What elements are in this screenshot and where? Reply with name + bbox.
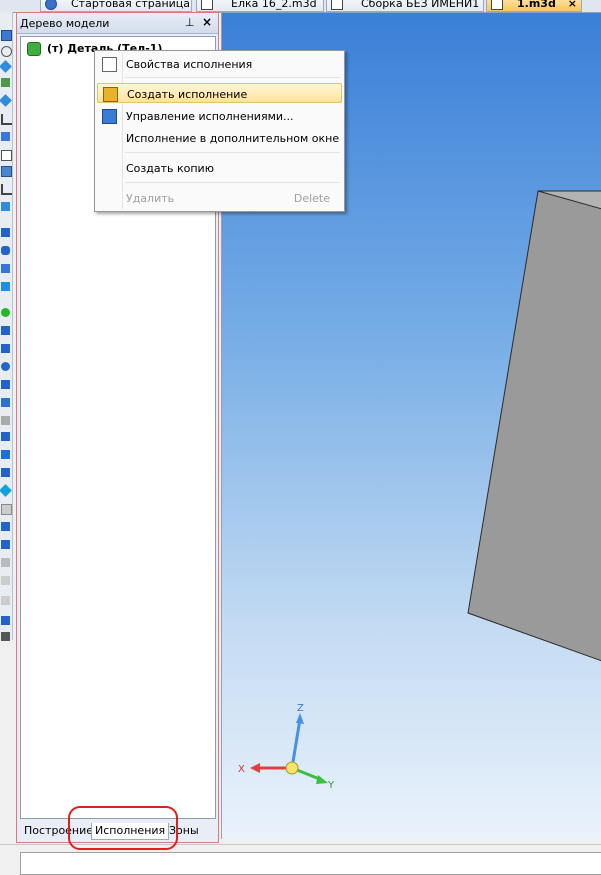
menu-shortcut: Delete (293, 192, 330, 205)
highlight-callout (68, 806, 178, 850)
compact-toolbar (0, 12, 13, 641)
tool-icon[interactable] (1, 166, 12, 177)
tab-elka[interactable]: Елка 16_2.m3d (196, 0, 324, 12)
panel-title-bar: Дерево модели ⊥ × (17, 13, 218, 34)
expand-toolbar-icon[interactable] (1, 632, 10, 641)
tool-icon[interactable] (1, 468, 10, 477)
tool-icon[interactable] (1, 596, 10, 605)
close-icon[interactable]: × (202, 15, 212, 29)
x-axis-arrow (250, 763, 260, 773)
revolve-icon[interactable] (1, 246, 10, 255)
tab-label: 1.m3d (517, 0, 556, 10)
menu-item-label: Свойства исполнения (126, 58, 253, 71)
extrude-icon[interactable] (1, 228, 10, 237)
tool-icon[interactable] (1, 540, 10, 549)
menu-item-label: Исполнение в дополнительном окне (126, 132, 340, 145)
tool-icon[interactable] (1, 380, 10, 389)
tool-icon[interactable] (1, 30, 12, 41)
tool-icon[interactable] (1, 432, 10, 441)
tool-icon[interactable] (0, 484, 12, 497)
close-tab-icon[interactable]: × (568, 0, 577, 11)
menu-item-manage-variants[interactable]: Управление исполнениями... (97, 106, 342, 126)
menu-item-variant-in-window[interactable]: Исполнение в дополнительном окне (97, 128, 342, 148)
y-axis-arrow (316, 775, 328, 784)
tool-icon[interactable] (1, 616, 10, 625)
magnifier-icon[interactable] (1, 46, 12, 57)
context-menu: Свойства исполнения Создать исполнение У… (94, 50, 345, 212)
menu-separator (125, 77, 340, 78)
part-file-icon (491, 0, 503, 10)
tool-icon[interactable] (1, 282, 10, 291)
tool-icon[interactable] (1, 558, 10, 567)
menu-item-label: Управление исполнениями... (126, 110, 294, 123)
assembly-file-icon (331, 0, 343, 10)
tab-assembly[interactable]: Сборка БЕЗ ИМЕНИ1 (326, 0, 484, 12)
menu-separator (125, 152, 340, 153)
menu-item-variant-properties[interactable]: Свойства исполнения (97, 54, 342, 74)
tool-icon[interactable] (1, 184, 12, 195)
tool-icon[interactable] (1, 398, 10, 407)
tab-label: Сборка БЕЗ ИМЕНИ1 (361, 0, 480, 10)
tool-icon[interactable] (0, 94, 12, 107)
part-icon (27, 42, 41, 56)
tool-icon[interactable] (0, 60, 12, 73)
properties-icon (102, 57, 117, 72)
menu-item-label: Создать исполнение (127, 88, 248, 101)
tool-icon[interactable] (1, 78, 10, 87)
tool-icon[interactable] (1, 576, 10, 585)
model-body[interactable] (467, 190, 601, 662)
manage-variants-icon (102, 109, 117, 124)
axis-origin (285, 761, 299, 775)
menu-item-label: Удалить (126, 192, 175, 205)
menu-item-delete: Удалить Delete (97, 188, 342, 208)
z-axis (290, 718, 302, 769)
tool-icon[interactable] (1, 132, 10, 141)
tool-icon[interactable] (1, 114, 12, 125)
menu-item-label: Создать копию (126, 162, 214, 175)
start-page-icon (45, 0, 57, 10)
tool-icon[interactable] (1, 326, 10, 335)
panel-title: Дерево модели (20, 17, 110, 30)
document-icon[interactable] (1, 150, 12, 161)
pin-icon[interactable]: ⊥ (185, 16, 195, 29)
tool-icon[interactable] (1, 308, 10, 317)
tool-icon[interactable] (1, 522, 10, 531)
tool-icon[interactable] (1, 450, 10, 459)
create-variant-icon (103, 87, 118, 102)
y-axis-label: Y (327, 780, 335, 791)
part-file-icon (201, 0, 213, 10)
z-axis-label: Z (297, 703, 304, 714)
tab-label: Елка 16_2.m3d (231, 0, 317, 10)
tab-label: Стартовая страница (71, 0, 191, 10)
tool-icon[interactable] (1, 264, 10, 273)
tool-icon[interactable] (1, 504, 12, 515)
tool-icon[interactable] (1, 202, 10, 211)
tool-icon[interactable] (1, 344, 10, 353)
z-axis-arrow (296, 713, 304, 724)
tab-active-document[interactable]: 1.m3d × (486, 0, 582, 12)
menu-separator (125, 182, 340, 183)
tool-icon[interactable] (1, 362, 10, 371)
x-axis-label: X (238, 764, 245, 775)
menu-item-create-variant[interactable]: Создать исполнение (97, 83, 342, 103)
tool-icon[interactable] (1, 416, 10, 425)
tab-start-page[interactable]: Стартовая страница (40, 0, 192, 12)
menu-item-create-copy[interactable]: Создать копию (97, 158, 342, 178)
